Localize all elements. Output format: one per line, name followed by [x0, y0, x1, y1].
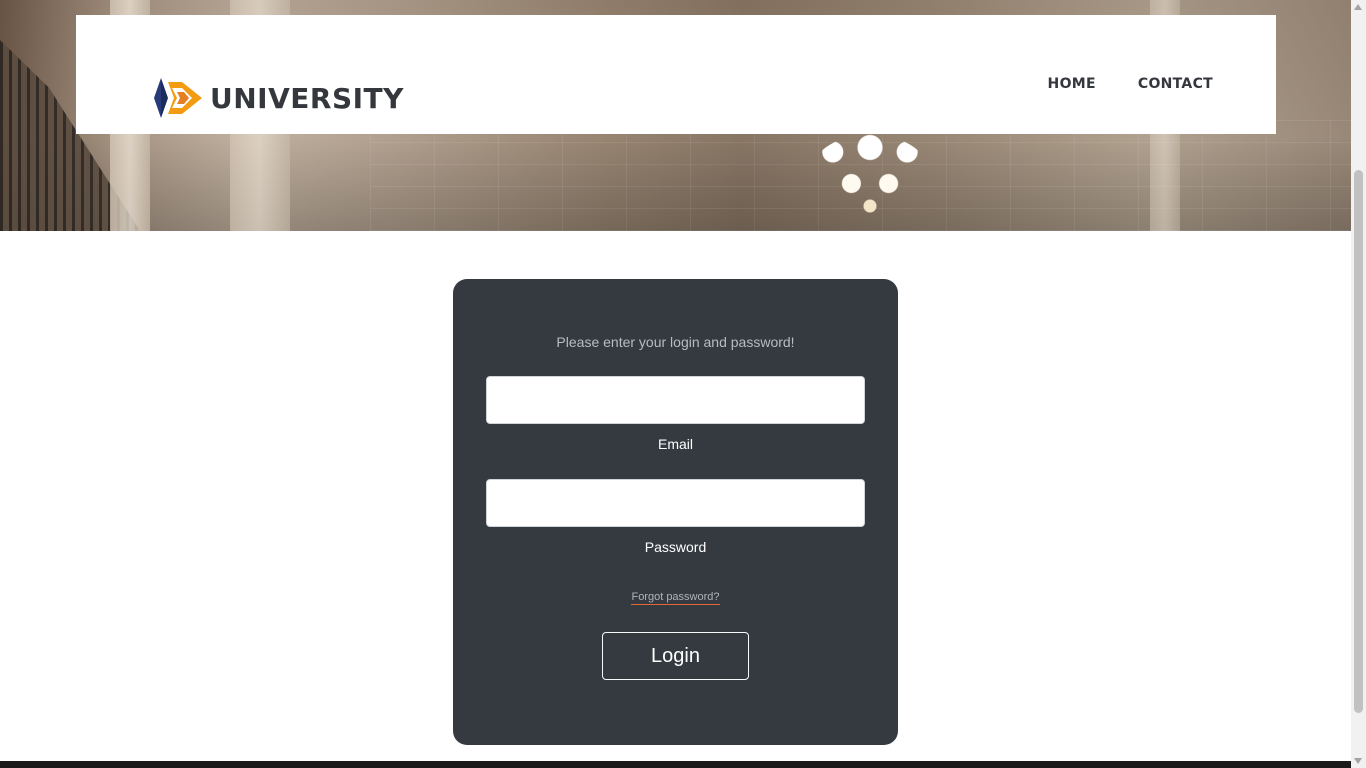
main-nav: HOME CONTACT [1048, 76, 1213, 92]
hero-chandelier-decoration [808, 134, 932, 224]
email-field[interactable] [486, 376, 865, 424]
nav-home[interactable]: HOME [1048, 76, 1096, 92]
email-label: Email [657, 436, 693, 452]
nav-contact[interactable]: CONTACT [1138, 76, 1213, 92]
university-logo-icon [154, 78, 202, 118]
scrollbar-thumb[interactable] [1354, 170, 1363, 713]
page: UNIVERSITY HOME CONTACT Please enter you… [0, 0, 1351, 768]
forgot-password-wrapper: Forgot password? [453, 587, 898, 605]
login-button[interactable]: Login [602, 632, 749, 680]
forgot-password-link[interactable]: Forgot password? [631, 591, 720, 605]
chevron-up-icon[interactable] [1354, 4, 1362, 10]
login-card: Please enter your login and password! Em… [453, 279, 898, 745]
page-scrollbar[interactable] [1351, 0, 1366, 768]
password-label: Password [644, 539, 707, 555]
password-field[interactable] [486, 479, 865, 527]
site-header: UNIVERSITY HOME CONTACT [76, 15, 1276, 134]
chevron-down-icon[interactable] [1354, 758, 1362, 764]
footer-strip [0, 761, 1351, 768]
logo-link[interactable]: UNIVERSITY [152, 76, 404, 120]
logo-text: UNIVERSITY [210, 81, 404, 115]
login-prompt: Please enter your login and password! [556, 334, 795, 350]
